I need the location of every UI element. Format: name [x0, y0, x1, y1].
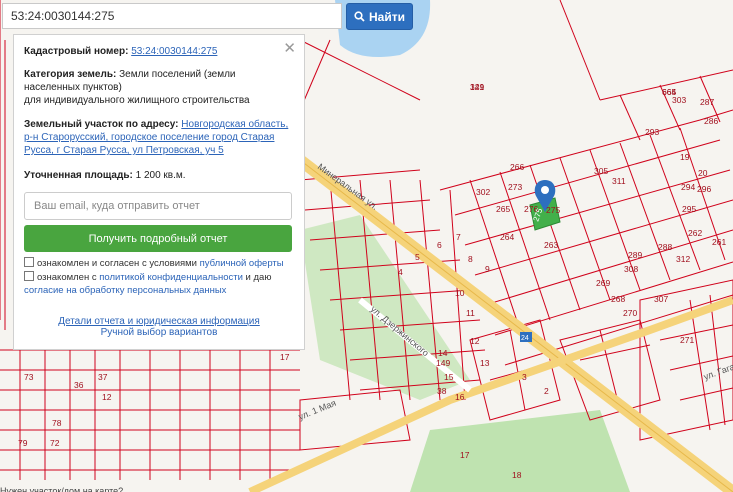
manual-selection-link[interactable]: Ручной выбор вариантов: [101, 327, 218, 338]
parcel-number: 295: [682, 204, 696, 214]
footer-links: Детали отчета и юридическая информация Р…: [14, 316, 304, 338]
offer-checkbox[interactable]: [24, 257, 34, 267]
search-button-label: Найти: [369, 9, 405, 24]
consent-offer: ознакомлен и согласен с условиями публич…: [24, 257, 300, 270]
parcel-number: 287: [700, 97, 714, 107]
privacy-policy-link[interactable]: политикой конфиденциальности: [99, 272, 243, 283]
parcel-number: 311: [612, 176, 626, 186]
cadastral-row: Кадастровый номер: 53:24:0030144:275: [24, 46, 218, 57]
parcel-number: 7: [456, 232, 461, 242]
parcel-number: 9: [485, 264, 490, 274]
parcel-number: 73: [24, 372, 34, 382]
parcel-number: 312: [676, 254, 690, 264]
route-badge: 24: [521, 335, 529, 342]
parcel-number: 72: [50, 438, 60, 448]
parcel-number: 36: [74, 380, 84, 390]
email-field[interactable]: Ваш email, куда отправить отчет: [24, 192, 292, 220]
parcel-number: 20: [698, 168, 708, 178]
address-row: Земельный участок по адресу: Новгородска…: [24, 119, 289, 156]
parcel-number: 294: [681, 182, 695, 192]
parcel-number: 12: [102, 392, 112, 402]
parcel-number: 37: [98, 372, 108, 382]
parcel-number: 296: [697, 184, 711, 194]
parcel-info-popup: ✕ Кадастровый номер: 53:24:0030144:275 К…: [13, 34, 305, 350]
parcel-number: 349: [470, 82, 484, 92]
parcel-number: 10: [455, 288, 465, 298]
parcel-number: 293: [645, 127, 659, 137]
parcel-number: 79: [18, 438, 28, 448]
parcel-number: 13: [480, 358, 490, 368]
parcel-number: 17: [460, 450, 470, 460]
parcel-number: 2: [544, 386, 549, 396]
bottom-hint[interactable]: Нужен участок/дом на карте?: [0, 484, 170, 492]
parcel-number: 289: [628, 250, 642, 260]
parcel-number: 262: [688, 228, 702, 238]
area-value: 1 200 кв.м.: [135, 170, 186, 181]
parcel-number: 3: [522, 372, 527, 382]
parcel-number: 302: [476, 187, 490, 197]
parcel-number: 288: [658, 242, 672, 252]
area-row: Уточненная площадь: 1 200 кв.м.: [24, 170, 186, 181]
parcel-number: 307: [654, 294, 668, 304]
parcel-number: 269: [596, 278, 610, 288]
parcel-number: 270: [623, 308, 637, 318]
cadastral-number-link[interactable]: 53:24:0030144:275: [131, 46, 217, 57]
search-icon: [354, 11, 365, 22]
parcel-number: 11: [466, 308, 475, 318]
search-input[interactable]: 53:24:0030144:275: [2, 3, 342, 29]
parcel-number: 271: [680, 335, 694, 345]
parcel-number: 4: [398, 267, 403, 277]
search-input-value: 53:24:0030144:275: [11, 9, 115, 23]
personal-data-consent-link[interactable]: согласие на обработку персональных данны…: [24, 285, 226, 296]
parcel-number: 149: [436, 358, 450, 368]
parcel-number: 268: [611, 294, 625, 304]
consent-privacy: ознакомлен с политикой конфиденциальност…: [24, 271, 272, 296]
parcel-number: 273: [508, 182, 522, 192]
parcel-number: 14: [438, 348, 448, 358]
parcel-number: 265: [496, 204, 510, 214]
parcel-number: 8: [468, 254, 473, 264]
parcel-number: 261: [712, 237, 726, 247]
parcel-number: 78: [52, 418, 62, 428]
category-row: Категория земель: Земли поселений (земли…: [24, 69, 250, 106]
parcel-number: 263: [544, 240, 558, 250]
parcel-number: 264: [500, 232, 514, 242]
details-link[interactable]: Детали отчета и юридическая информация: [58, 316, 260, 327]
privacy-checkbox[interactable]: [24, 271, 34, 281]
parcel-number: 5: [415, 252, 420, 262]
parcel-number: 19: [680, 152, 690, 162]
search-button[interactable]: Найти: [346, 3, 413, 30]
parcel-number: 275: [546, 205, 560, 215]
get-report-button[interactable]: Получить подробный отчет: [24, 225, 292, 252]
category-use: для индивидуального жилищного строительс…: [24, 95, 250, 106]
parcel-number: 15: [444, 372, 454, 382]
parcel-number: 17: [280, 352, 290, 362]
parcel-number: 38: [437, 386, 447, 396]
parcel-number: 16: [455, 392, 465, 402]
parcel-number: 308: [624, 264, 638, 274]
parcel-number: 6: [437, 240, 442, 250]
parcel-number: 305: [594, 166, 608, 176]
parcel-number: 18: [512, 470, 522, 480]
parcel-number: 286: [704, 116, 718, 126]
parcel-number: 12: [470, 336, 480, 346]
public-offer-link[interactable]: публичной оферты: [200, 258, 284, 269]
parcel-number: 665: [662, 87, 676, 97]
parcel-number: 266: [510, 162, 524, 172]
